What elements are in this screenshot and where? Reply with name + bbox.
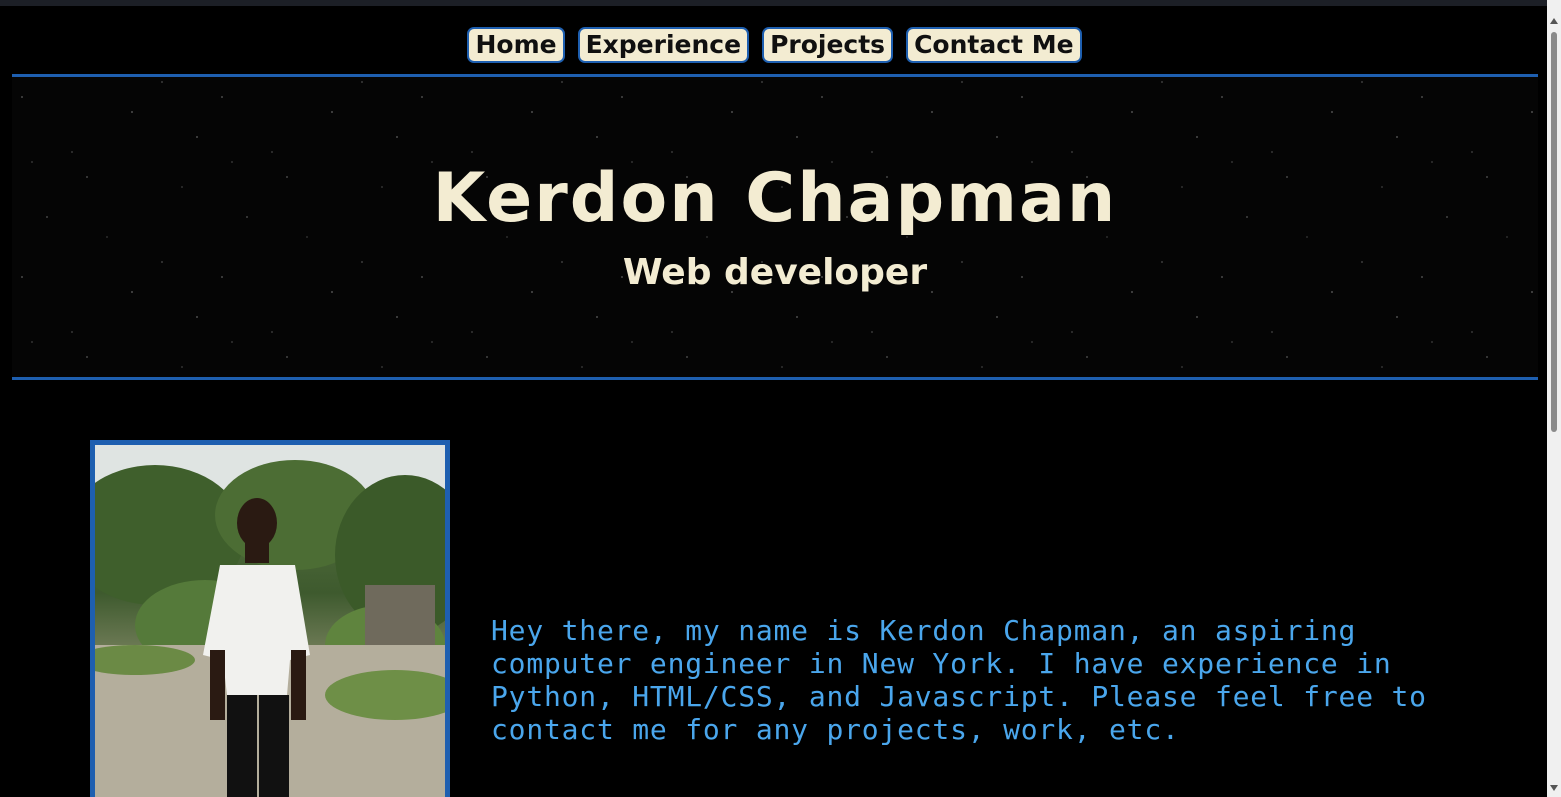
- main-nav: Home Experience Projects Contact Me: [0, 27, 1549, 63]
- scroll-thumb[interactable]: [1551, 32, 1557, 432]
- hero-name: Kerdon Chapman: [432, 159, 1118, 238]
- hero-banner: Kerdon Chapman Web developer: [12, 74, 1538, 380]
- hero-role: Web developer: [622, 252, 928, 293]
- nav-projects-button[interactable]: Projects: [762, 27, 894, 63]
- profile-photo: [90, 440, 450, 797]
- page: Home Experience Projects Contact Me Kerd…: [0, 0, 1561, 797]
- profile-photo-illustration: [95, 445, 445, 797]
- page-scrollbar[interactable]: [1547, 0, 1561, 797]
- nav-experience-button[interactable]: Experience: [577, 27, 750, 63]
- nav-home-button[interactable]: Home: [467, 27, 565, 63]
- nav-contact-button[interactable]: Contact Me: [906, 27, 1082, 63]
- about-text: Hey there, my name is Kerdon Chapman, an…: [491, 614, 1427, 746]
- browser-top-strip: [0, 0, 1561, 6]
- scroll-up-icon[interactable]: [1550, 18, 1558, 24]
- scroll-down-icon[interactable]: [1550, 785, 1558, 791]
